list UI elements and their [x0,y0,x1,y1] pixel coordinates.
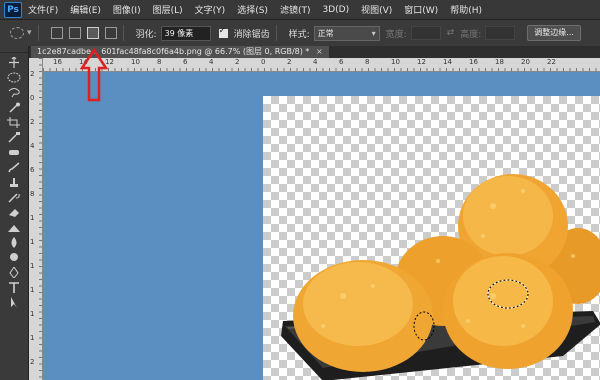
document-tab-title: 1c2e87cadbe... 601fac48fa8c0f6a4b.png @ … [37,47,310,56]
ruler-left-label: 1 [30,238,35,246]
ruler-top-label: 0 [261,58,266,66]
width-label: 宽度: [385,29,407,40]
ruler-left-label: 2 [30,70,35,78]
ruler-top-label: 2 [287,58,292,66]
ruler-top-label: 6 [183,58,188,66]
new-selection-icon[interactable] [50,27,63,39]
ruler-left-label: 2 [30,118,35,126]
ruler-left-label: 1 [30,214,35,222]
style-select[interactable]: 正常 [313,25,380,41]
ruler-left-label: 8 [30,190,35,198]
divider [37,25,39,41]
width-input [410,26,441,40]
ruler-top-label: 22 [547,58,556,66]
ruler-top-label: 4 [209,58,214,66]
swap-icon: ⇄ [446,28,455,38]
eyedropper-tool-icon[interactable] [6,132,22,143]
divider [122,25,124,41]
canvas-area[interactable] [43,72,600,380]
ruler-left-label: 1 [30,286,35,294]
ruler-left-label: 1 [30,310,35,318]
document-tab-bar: 1c2e87cadbe... 601fac48fa8c0f6a4b.png @ … [29,46,600,58]
blur-tool-icon[interactable] [6,237,22,248]
ruler-left-label: 6 [30,166,35,174]
ruler-left-label: 0 [30,94,35,102]
menu-filter[interactable]: 滤镜(T) [280,3,311,16]
ruler-top-label: 8 [157,58,162,66]
ruler-left-label: 1 [30,334,35,342]
options-bar: ▾ 羽化: 39 像素 消除锯齿 样式: 正常 宽度: ⇄ 高度: 调整边缘..… [0,19,600,47]
menu-edit[interactable]: 编辑(E) [70,3,101,16]
menu-3d[interactable]: 3D(D) [322,5,349,15]
height-input [485,26,516,40]
menu-file[interactable]: 文件(F) [28,3,58,16]
tools-panel [0,46,29,380]
annotation-arrow-icon [80,48,108,102]
ruler-top-label: 16 [469,58,478,66]
divider [275,25,277,41]
ruler-left-label: 4 [30,142,35,150]
ruler-top-label: 18 [495,58,504,66]
dodge-tool-icon[interactable] [6,252,22,263]
photoshop-logo: Ps [4,1,22,18]
ruler-top-label: 12 [417,58,426,66]
ruler-top-label: 8 [365,58,370,66]
close-tab-icon[interactable]: × [316,47,323,56]
ruler-left-label: 1 [30,262,35,270]
ruler-top-label: 10 [131,58,140,66]
move-tool-icon[interactable] [6,57,22,68]
brush-tool-icon[interactable] [6,162,22,173]
menu-window[interactable]: 窗口(W) [404,3,438,16]
document-tab[interactable]: 1c2e87cadbe... 601fac48fa8c0f6a4b.png @ … [31,46,329,58]
document-canvas[interactable] [263,96,600,380]
ruler-top-label: 14 [443,58,452,66]
feather-label: 羽化: [135,29,157,40]
ruler-top-label: 4 [313,58,318,66]
gradient-tool-icon[interactable] [6,222,22,233]
history-brush-tool-icon[interactable] [6,192,22,203]
preset-dropdown-icon[interactable]: ▾ [27,28,32,38]
refine-edge-button[interactable]: 调整边缘... [527,25,581,41]
antialias-label: 消除锯齿 [233,29,270,40]
add-to-selection-icon[interactable] [68,27,81,39]
menu-select[interactable]: 选择(S) [237,3,268,16]
lasso-tool-icon[interactable] [6,87,22,98]
intersect-selection-icon[interactable] [104,27,117,39]
menu-type[interactable]: 文字(Y) [195,3,226,16]
horizontal-ruler: 16 14 12 10 8 6 4 2 0 2 4 6 8 10 12 14 16 18 20 22 [43,58,600,72]
height-label: 高度: [460,29,482,40]
style-label: 样式: [288,29,310,40]
path-select-tool-icon[interactable] [6,297,22,308]
menu-bar: Ps 文件(F) 编辑(E) 图像(I) 图层(L) 文字(Y) 选择(S) 滤… [0,0,600,19]
ruler-left-label: 2 [30,358,35,366]
menu-help[interactable]: 帮助(H) [450,3,482,16]
ruler-top-label: 20 [521,58,530,66]
ruler-top-label: 10 [391,58,400,66]
subtract-from-selection-icon[interactable] [86,27,99,39]
clone-stamp-tool-icon[interactable] [6,177,22,188]
eraser-tool-icon[interactable] [6,207,22,218]
feather-input[interactable]: 39 像素 [160,25,211,41]
menu-image[interactable]: 图像(I) [113,3,141,16]
ruler-top-label: 2 [235,58,240,66]
quick-select-tool-icon[interactable] [6,102,22,113]
vertical-ruler: 2 0 2 4 6 8 1 1 1 1 1 1 2 [29,58,43,380]
crop-tool-icon[interactable] [6,117,22,128]
pen-tool-icon[interactable] [6,267,22,278]
marquee-tool-icon[interactable] [6,72,22,83]
type-tool-icon[interactable] [6,282,22,293]
healing-tool-icon[interactable] [6,147,22,158]
lasso-preset-icon[interactable] [10,27,24,39]
ruler-top-label: 16 [53,58,62,66]
menu-layer[interactable]: 图层(L) [153,3,183,16]
food-photo [281,174,600,380]
ruler-top-label: 6 [339,58,344,66]
toolbar-grip[interactable] [0,46,28,53]
antialias-checkbox[interactable] [218,26,228,38]
menu-view[interactable]: 视图(V) [361,3,392,16]
